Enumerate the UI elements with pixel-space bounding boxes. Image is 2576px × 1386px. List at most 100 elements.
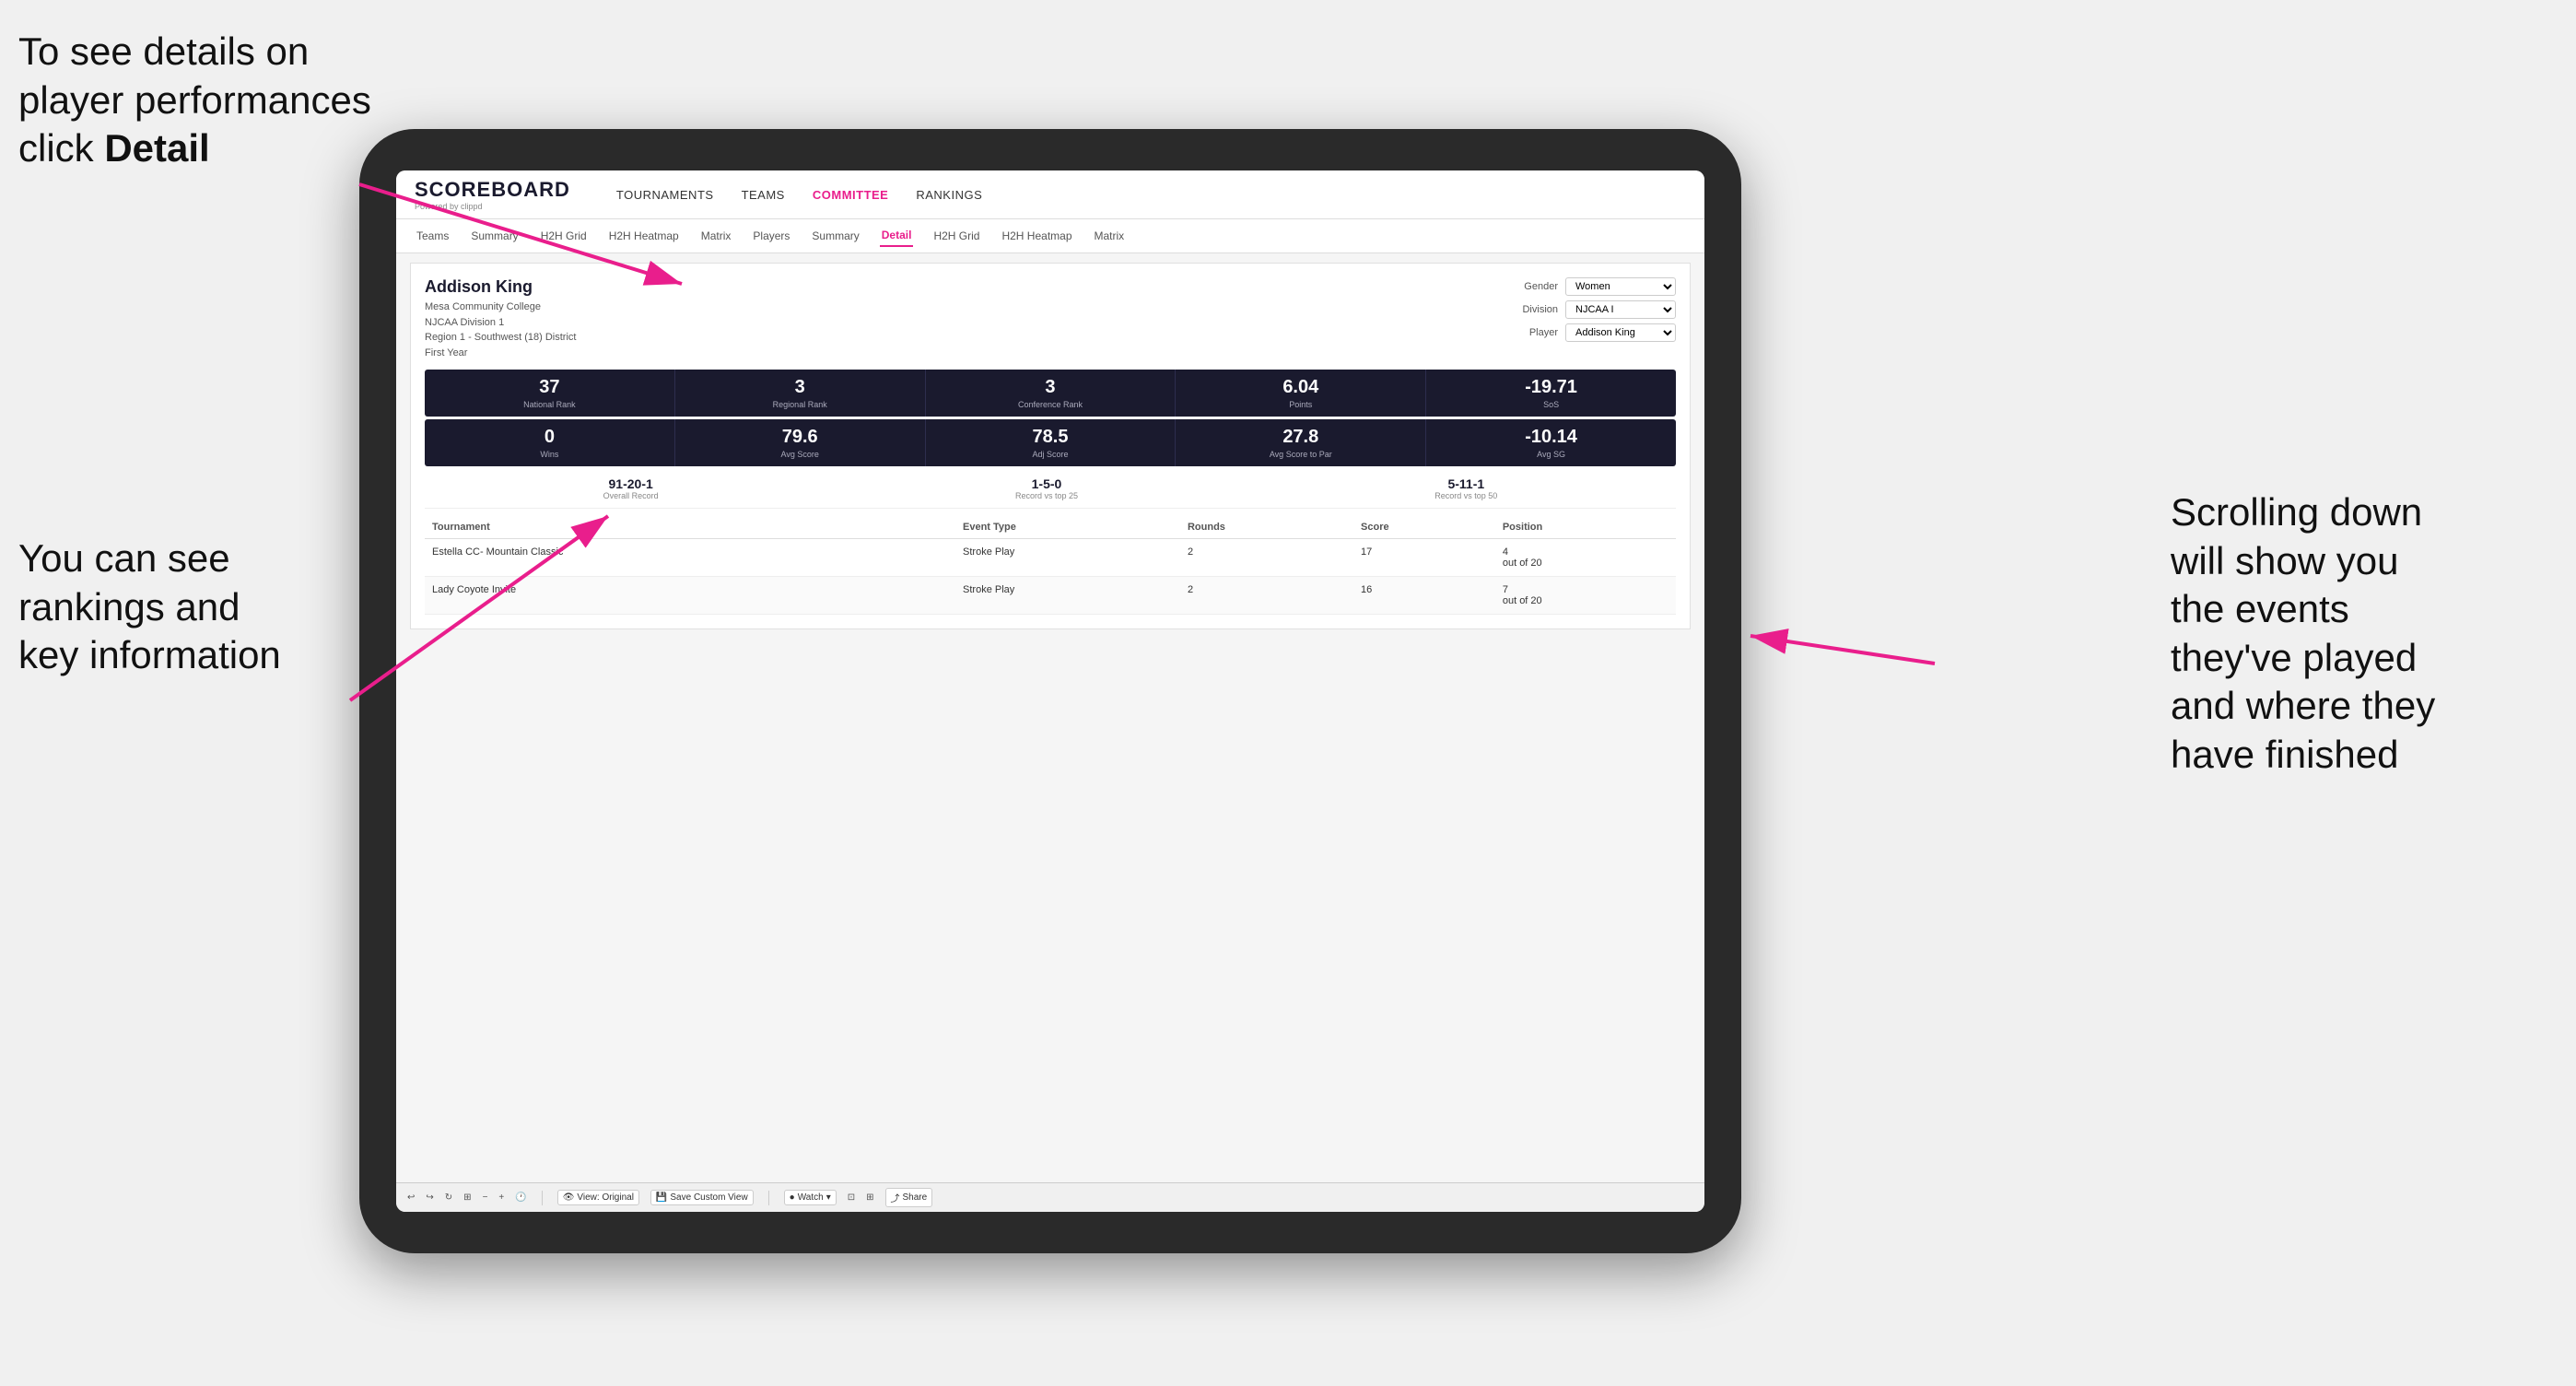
- records-row: 91-20-1 Overall Record 1-5-0 Record vs t…: [425, 469, 1676, 509]
- empty-2: [907, 577, 955, 615]
- view-original-button[interactable]: 👁 View: Original: [557, 1190, 639, 1205]
- nav-committee[interactable]: COMMITTEE: [813, 188, 889, 202]
- nav-tournaments[interactable]: TOURNAMENTS: [616, 188, 714, 202]
- share-label: Share: [903, 1192, 928, 1203]
- table-row: Estella CC- Mountain Classic Stroke Play…: [425, 539, 1676, 577]
- share-icon-btn[interactable]: ⊡: [848, 1192, 855, 1203]
- annotation-bottomleft: You can seerankings andkey information: [18, 534, 369, 680]
- position-1: 4 out of 20: [1495, 539, 1676, 577]
- bottom-toolbar: ↩ ↪ ↻ ⊞ − + 🕐 👁 View: Original 💾 Save Cu…: [396, 1182, 1704, 1212]
- col-tournament: Tournament: [425, 516, 907, 539]
- separator-1: [542, 1191, 543, 1205]
- record-top50-label: Record vs top 50: [1434, 491, 1497, 500]
- event-type-1: Stroke Play: [955, 539, 1180, 577]
- player-header-row: Addison King Mesa Community College NJCA…: [425, 277, 1676, 360]
- watch-icon: ●: [790, 1192, 795, 1203]
- tab-summary[interactable]: Summary: [469, 226, 520, 246]
- clock-icon[interactable]: 🕐: [515, 1192, 526, 1203]
- tab-h2h-grid[interactable]: H2H Grid: [539, 226, 589, 246]
- empty-1: [907, 539, 955, 577]
- annotation-bottomleft-text: You can seerankings andkey information: [18, 536, 281, 676]
- logo-area: SCOREBOARD Powered by clippd: [415, 178, 570, 211]
- stat-wins: 0 Wins: [425, 419, 675, 466]
- adj-score-label: Adj Score: [930, 450, 1172, 459]
- tab-detail[interactable]: Detail: [880, 225, 914, 247]
- refresh-icon[interactable]: ↻: [445, 1192, 452, 1203]
- avg-sg-label: Avg SG: [1430, 450, 1672, 459]
- minus-icon[interactable]: −: [483, 1192, 488, 1203]
- plus-icon[interactable]: +: [498, 1192, 504, 1203]
- overall-record-label: Overall Record: [603, 491, 659, 500]
- app-header: SCOREBOARD Powered by clippd TOURNAMENTS…: [396, 170, 1704, 219]
- copy-icon[interactable]: ⊞: [463, 1192, 471, 1203]
- player-filters: Gender Women Division NJCAA I: [1507, 277, 1676, 342]
- player-info: Addison King Mesa Community College NJCA…: [425, 277, 576, 360]
- stat-avg-score-par: 27.8 Avg Score to Par: [1176, 419, 1426, 466]
- undo-icon[interactable]: ↩: [407, 1192, 415, 1203]
- save-custom-button[interactable]: 💾 Save Custom View: [650, 1190, 754, 1205]
- tab-players[interactable]: Players: [751, 226, 791, 246]
- annotation-right: Scrolling downwill show youthe eventsthe…: [2171, 488, 2558, 779]
- view-icon: 👁: [563, 1192, 575, 1203]
- gender-label: Gender: [1507, 281, 1558, 292]
- tab-teams[interactable]: Teams: [415, 226, 451, 246]
- player-division: NJCAA Division 1: [425, 315, 576, 331]
- nav-rankings[interactable]: RANKINGS: [916, 188, 982, 202]
- chevron-down-icon: ▾: [826, 1192, 831, 1203]
- annotation-topleft: To see details on player performances cl…: [18, 28, 387, 173]
- tablet-device: SCOREBOARD Powered by clippd TOURNAMENTS…: [359, 129, 1741, 1253]
- table-row: Lady Coyote Invite Stroke Play 2 16 7 ou…: [425, 577, 1676, 615]
- col-empty: [907, 516, 955, 539]
- gender-filter-row: Gender Women: [1507, 277, 1676, 296]
- save-icon: 💾: [656, 1192, 667, 1203]
- tab-h2h-heatmap2[interactable]: H2H Heatmap: [1000, 226, 1073, 246]
- national-rank-value: 37: [428, 377, 671, 398]
- regional-rank-label: Regional Rank: [679, 400, 921, 409]
- logo-text: SCOREBOARD: [415, 178, 570, 202]
- stat-sos: -19.71 SoS: [1426, 370, 1676, 417]
- grid-icon[interactable]: ⊞: [866, 1192, 873, 1203]
- tournament-name-2: Lady Coyote Invite: [425, 577, 907, 615]
- rounds-1: 2: [1180, 539, 1353, 577]
- stats-row-1: 37 National Rank 3 Regional Rank 3 Confe…: [425, 370, 1676, 417]
- stat-conference-rank: 3 Conference Rank: [926, 370, 1177, 417]
- separator-2: [768, 1191, 769, 1205]
- main-content: Addison King Mesa Community College NJCA…: [396, 253, 1704, 1182]
- redo-icon[interactable]: ↪: [426, 1192, 433, 1203]
- stat-national-rank: 37 National Rank: [425, 370, 675, 417]
- tab-h2h-heatmap[interactable]: H2H Heatmap: [607, 226, 681, 246]
- tab-matrix[interactable]: Matrix: [699, 226, 733, 246]
- tab-h2h-grid2[interactable]: H2H Grid: [931, 226, 981, 246]
- player-filter-row: Player Addison King: [1507, 323, 1676, 342]
- wins-value: 0: [428, 427, 671, 448]
- stat-points: 6.04 Points: [1176, 370, 1426, 417]
- stat-adj-score: 78.5 Adj Score: [926, 419, 1177, 466]
- tab-matrix2[interactable]: Matrix: [1093, 226, 1127, 246]
- player-select[interactable]: Addison King: [1565, 323, 1676, 342]
- sos-label: SoS: [1430, 400, 1672, 409]
- share-button[interactable]: ⤴ Share: [885, 1188, 933, 1207]
- main-nav: TOURNAMENTS TEAMS COMMITTEE RANKINGS: [616, 188, 982, 202]
- view-original-label: View: Original: [577, 1192, 634, 1203]
- detail-bold: Detail: [104, 126, 209, 170]
- wins-label: Wins: [428, 450, 671, 459]
- player-school: Mesa Community College: [425, 300, 576, 315]
- watch-button[interactable]: ● Watch ▾: [784, 1190, 837, 1205]
- division-label: Division: [1507, 304, 1558, 315]
- avg-score-label: Avg Score: [679, 450, 921, 459]
- annotation-topleft-text: To see details on player performances cl…: [18, 29, 371, 170]
- player-panel: Addison King Mesa Community College NJCA…: [410, 263, 1691, 629]
- tab-summary2[interactable]: Summary: [810, 226, 861, 246]
- overall-record: 91-20-1 Overall Record: [603, 476, 659, 500]
- nav-teams[interactable]: TEAMS: [742, 188, 785, 202]
- gender-select[interactable]: Women: [1565, 277, 1676, 296]
- avg-score-par-value: 27.8: [1179, 427, 1422, 448]
- record-top50-value: 5-11-1: [1434, 476, 1497, 491]
- regional-rank-value: 3: [679, 377, 921, 398]
- stat-avg-sg: -10.14 Avg SG: [1426, 419, 1676, 466]
- tournament-table: Tournament Event Type Rounds Score Posit…: [425, 516, 1676, 615]
- record-top25-value: 1-5-0: [1015, 476, 1078, 491]
- division-select[interactable]: NJCAA I: [1565, 300, 1676, 319]
- conference-rank-label: Conference Rank: [930, 400, 1172, 409]
- player-year: First Year: [425, 346, 576, 361]
